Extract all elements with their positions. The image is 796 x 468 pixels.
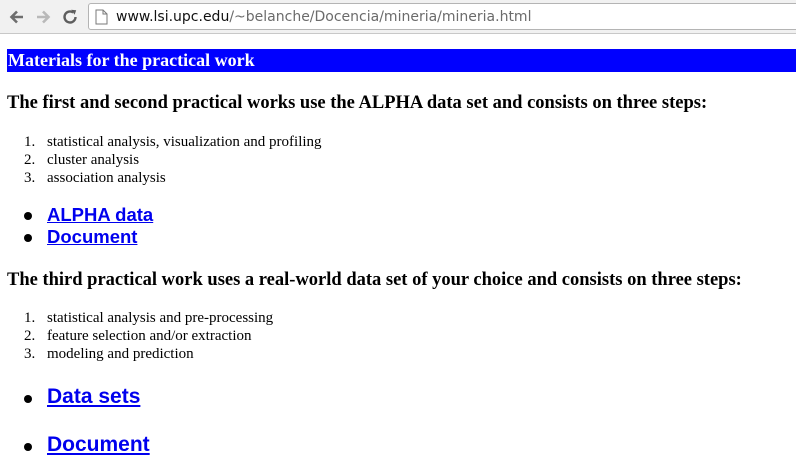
list-item-number: 3. (24, 170, 36, 186)
list-item-number: 2. (24, 152, 36, 168)
data-sets-link[interactable]: Data sets (47, 384, 140, 410)
forward-arrow-icon (37, 10, 51, 24)
list-item-text: feature selection and/or extraction (47, 328, 252, 344)
bullet-icon (24, 234, 32, 242)
part2-document-link[interactable]: Document (47, 432, 150, 458)
reload-button[interactable] (59, 6, 81, 28)
back-button[interactable] (6, 6, 28, 28)
alpha-data-link[interactable]: ALPHA data (47, 204, 153, 226)
forward-button[interactable] (32, 6, 54, 28)
back-arrow-icon (9, 10, 23, 24)
section-title-bar: Materials for the practical work (7, 49, 796, 72)
list-item-number: 1. (24, 310, 36, 326)
browser-toolbar: www.lsi.upc.edu/~belanche/Docencia/miner… (0, 0, 796, 34)
url-host: www.lsi.upc.edu (116, 8, 230, 25)
list-item-text: modeling and prediction (47, 346, 194, 362)
bullet-icon (24, 395, 32, 403)
part1-document-link[interactable]: Document (47, 226, 137, 248)
page-icon (95, 9, 109, 25)
address-bar[interactable]: www.lsi.upc.edu/~belanche/Docencia/miner… (88, 3, 796, 30)
part1-heading: The first and second practical works use… (7, 93, 708, 113)
list-item-text: statistical analysis, visualization and … (47, 134, 322, 150)
part2-heading: The third practical work uses a real-wor… (7, 270, 742, 290)
bullet-icon (24, 443, 32, 451)
reload-icon (63, 9, 77, 24)
list-item-number: 1. (24, 134, 36, 150)
list-item-text: cluster analysis (47, 152, 140, 168)
bullet-icon (24, 212, 32, 220)
list-item-number: 2. (24, 328, 36, 344)
list-item-number: 3. (24, 346, 36, 362)
list-item-text: statistical analysis and pre-processing (47, 310, 274, 326)
list-item-text: association analysis (47, 170, 166, 186)
page-content: Materials for the practical work The fir… (0, 34, 796, 468)
url-path: /~belanche/Docencia/mineria/mineria.html (229, 8, 532, 25)
